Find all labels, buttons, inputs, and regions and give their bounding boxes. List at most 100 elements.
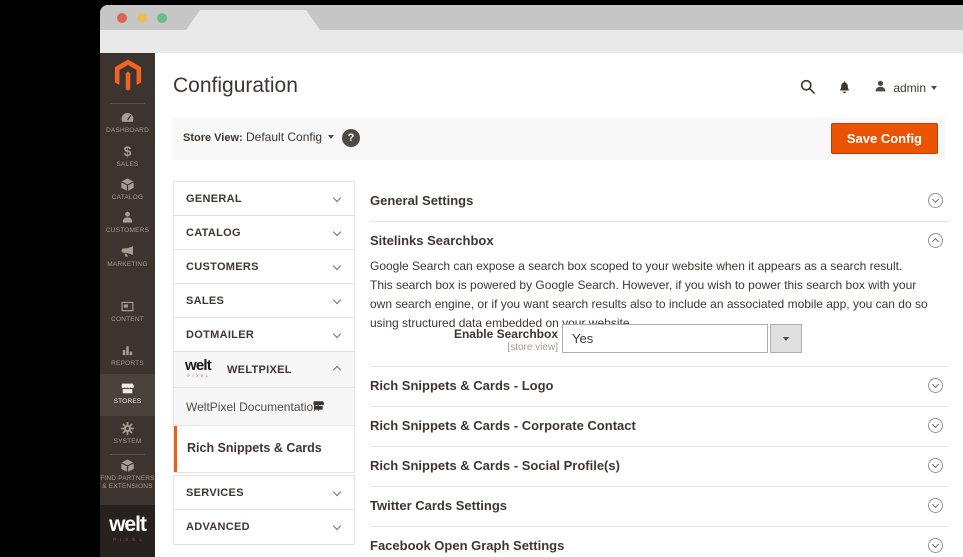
chevron-down-icon [931,500,940,509]
search-button[interactable] [799,78,816,98]
search-icon [799,78,816,98]
config-nav-label: SERVICES [186,487,244,499]
sidebar-item-label: SYSTEM [113,438,142,445]
sidebar-item-label: FIND PARTNERS & EXTENSIONS [100,475,155,490]
config-nav-advanced[interactable]: ADVANCED [174,510,354,544]
section-title-sitelinks-searchbox: Sitelinks Searchbox [370,233,494,248]
enable-searchbox-label: Enable Searchbox [store view] [370,327,558,353]
chevron-down-icon [931,540,940,549]
sidebar-item-label: CUSTOMERS [105,227,150,234]
config-nav-label: ADVANCED [186,521,250,533]
config-nav-label: WELTPIXEL [227,364,292,376]
config-nav-rich-snippets-cards[interactable]: Rich Snippets & Cards [174,426,354,472]
config-nav-child-label: WeltPixel Documentation [186,400,320,414]
chevron-down-icon [332,521,342,531]
chevron-down-icon [931,195,940,204]
chevron-down-icon [332,261,342,271]
help-button[interactable]: ? [342,129,360,147]
section-divider [370,526,948,527]
browser-tab[interactable] [186,10,320,30]
weltpixel-mini-logo: welt PIXEL [185,357,212,379]
config-nav-panel-bottom: SERVICES ADVANCED [173,475,355,545]
bell-icon [837,79,852,97]
sidebar-divider [110,454,145,455]
config-nav-catalog[interactable]: CATALOG [174,216,354,250]
sidebar-item-content[interactable]: CONTENT [100,299,155,324]
expand-rich-snippets-corporate-contact-button[interactable] [928,418,943,433]
field-label: Enable Searchbox [453,327,558,341]
fullscreen-window-button[interactable] [157,13,167,23]
field-scope: [store view] [507,342,558,353]
collapse-sitelinks-searchbox-button[interactable] [928,233,943,248]
chevron-down-icon [931,420,940,429]
browser-titlebar [100,5,963,30]
megaphone-icon [100,244,155,259]
config-nav-weltpixel[interactable]: welt PIXEL WELTPIXEL [174,352,354,388]
screenshot-stage: DASHBOARD $ SALES CATALOG CUSTOMERS MARK… [0,0,963,557]
chevron-up-icon [332,365,342,375]
admin-sidebar: DASHBOARD $ SALES CATALOG CUSTOMERS MARK… [100,53,155,557]
sidebar-item-customers[interactable]: CUSTOMERS [100,210,155,235]
sidebar-item-label: DASHBOARD [106,127,149,134]
sidebar-item-marketing[interactable]: MARKETING [100,244,155,269]
dashboard-gauge-icon [100,110,155,125]
sidebar-item-label: SALES [116,161,139,168]
store-view-selector[interactable]: Default Config [246,130,335,144]
config-nav-services[interactable]: SERVICES [174,476,354,510]
expand-rich-snippets-social-profiles-button[interactable] [928,458,943,473]
browser-window: DASHBOARD $ SALES CATALOG CUSTOMERS MARK… [100,5,963,557]
notifications-button[interactable] [837,79,852,97]
weltpixel-logo-word: welt [109,513,147,536]
magento-logo-icon[interactable] [100,59,155,96]
config-nav-sales[interactable]: SALES [174,284,354,318]
expand-general-settings-button[interactable] [928,193,943,208]
enable-searchbox-select[interactable]: Yes [562,324,802,353]
select-current-value: Yes [562,324,768,353]
section-divider [370,406,948,407]
config-nav-weltpixel-documentation[interactable]: WeltPixel Documentation [174,388,354,426]
store-view-label: Store View: [183,132,243,144]
sidebar-item-dashboard[interactable]: DASHBOARD [100,110,155,135]
box-icon [100,177,155,192]
sidebar-item-reports[interactable]: REPORTS [100,343,155,368]
section-title-general-settings: General Settings [370,193,474,208]
section-divider [370,221,948,222]
expand-facebook-open-graph-settings-button[interactable] [928,538,943,553]
minimize-window-button[interactable] [137,13,147,23]
chevron-down-icon [332,329,342,339]
section-title-rich-snippets-social-profiles: Rich Snippets & Cards - Social Profile(s… [370,458,620,473]
section-divider [370,486,948,487]
chevron-down-icon [332,487,342,497]
chevron-up-icon [931,237,940,246]
sidebar-item-catalog[interactable]: CATALOG [100,177,155,202]
weltpixel-logo-word: welt [185,357,212,374]
sidebar-divider [110,103,145,104]
store-view-toolbar: Store View: Default Config ? Save Config [172,118,945,160]
config-nav-label: CUSTOMERS [186,261,259,273]
section-title-rich-snippets-logo: Rich Snippets & Cards - Logo [370,378,554,393]
sidebar-item-find-partners[interactable]: FIND PARTNERS & EXTENSIONS [100,458,155,491]
account-menu-button[interactable]: admin [873,79,937,97]
chevron-down-icon [931,86,937,90]
chevron-down-icon [931,380,940,389]
weltpixel-logo-sub: PIXEL [187,374,211,378]
sidebar-item-label: MARKETING [107,261,148,268]
sidebar-item-label: CONTENT [111,316,144,323]
select-dropdown-button[interactable] [770,324,802,353]
config-nav-customers[interactable]: CUSTOMERS [174,250,354,284]
config-nav-label: SALES [186,295,225,307]
close-window-button[interactable] [117,13,127,23]
header-actions: admin [799,78,937,98]
config-nav-general[interactable]: GENERAL [174,182,354,216]
weltpixel-sidebar-logo: welt PIXEL [100,505,155,557]
expand-rich-snippets-logo-button[interactable] [928,378,943,393]
sidebar-item-stores[interactable]: STORES [100,374,155,416]
sidebar-item-sales[interactable]: $ SALES [100,144,155,169]
sidebar-item-system[interactable]: SYSTEM [100,421,155,446]
save-config-button[interactable]: Save Config [830,123,938,154]
chevron-down-icon [332,227,342,237]
config-nav-dotmailer[interactable]: DOTMAILER [174,318,354,352]
browser-addressbar[interactable] [100,30,963,53]
expand-twitter-cards-settings-button[interactable] [928,498,943,513]
user-avatar-icon [873,79,888,97]
